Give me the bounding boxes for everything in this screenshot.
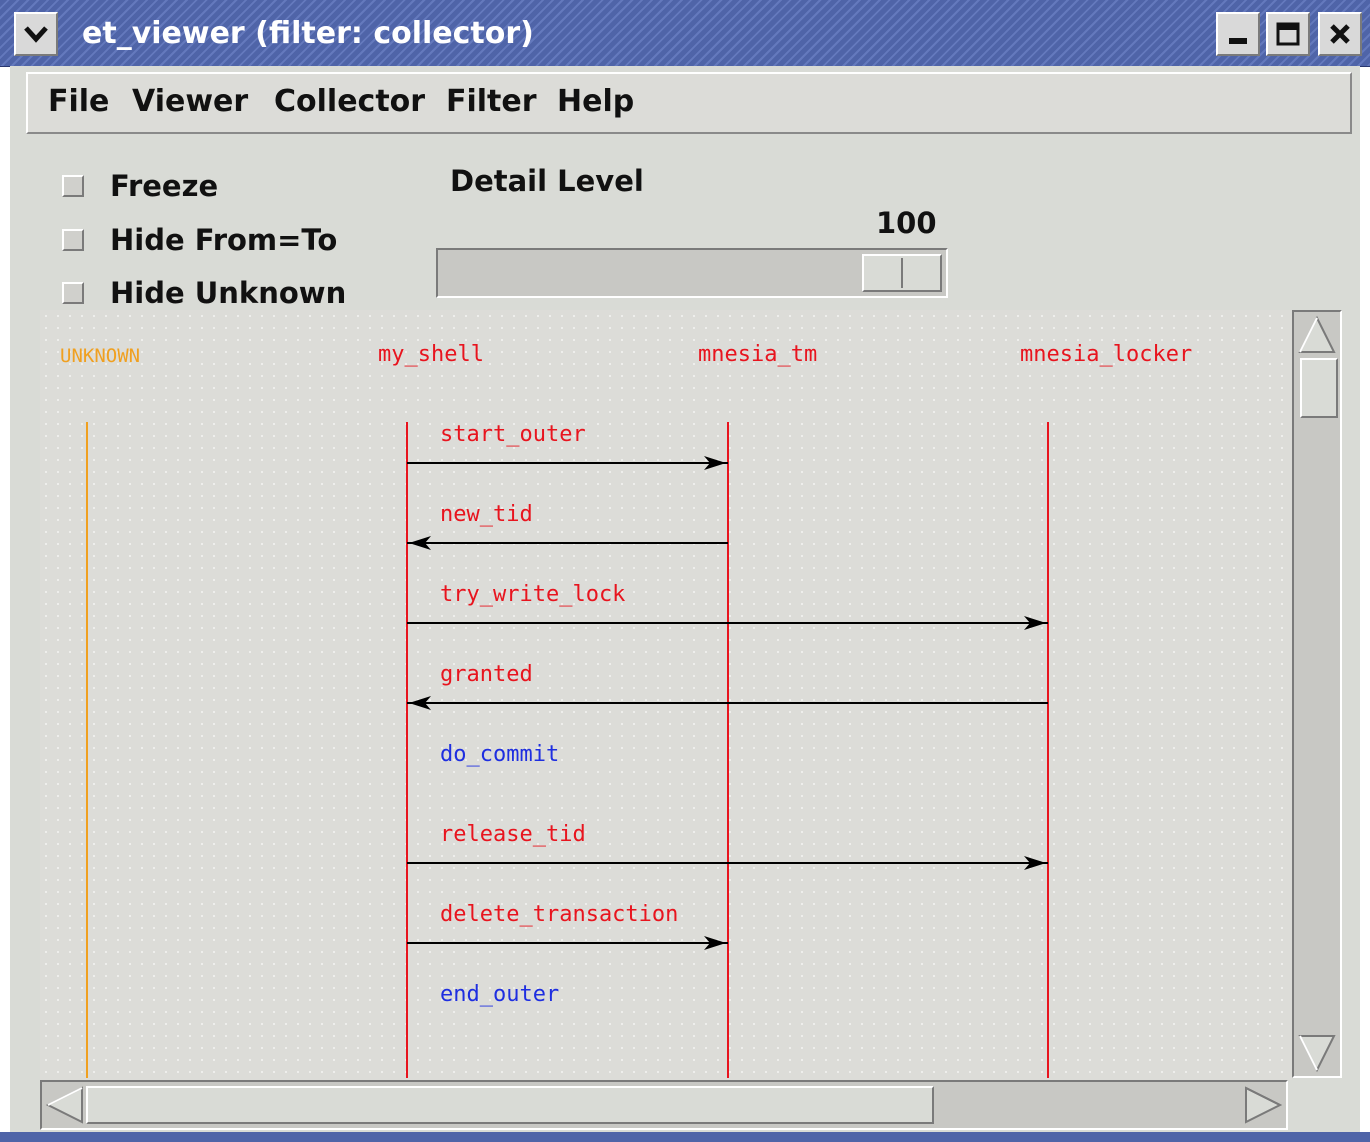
scroll-up-arrow-icon[interactable]	[1296, 314, 1338, 356]
scroll-left-arrow-icon[interactable]	[44, 1084, 86, 1126]
scroll-down-arrow-icon[interactable]	[1296, 1032, 1338, 1074]
scroll-right-arrow-icon[interactable]	[1242, 1084, 1284, 1126]
vertical-scroll-thumb[interactable]	[1300, 358, 1338, 418]
window-bottom-border	[0, 1132, 1370, 1142]
message-arrows	[407, 456, 1048, 950]
horizontal-scroll-thumb[interactable]	[86, 1086, 934, 1124]
vertical-scrollbar[interactable]	[1292, 310, 1342, 1078]
